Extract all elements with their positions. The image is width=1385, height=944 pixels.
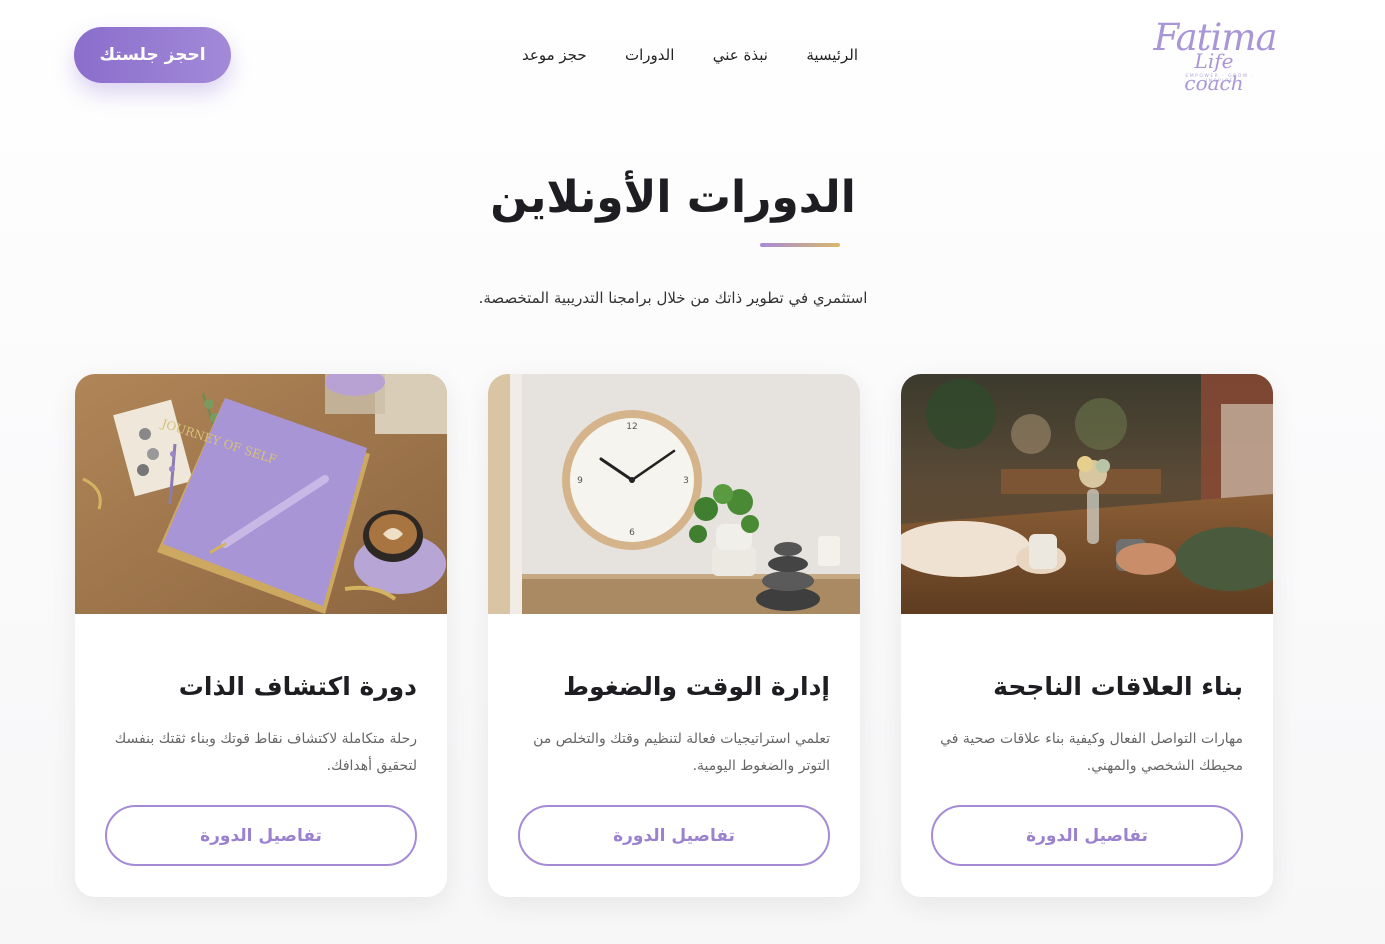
section-heading: الدورات الأونلاين — [420, 168, 926, 228]
page-title: الدورات الأونلاين — [490, 172, 856, 223]
course-details-button[interactable]: تفاصيل الدورة — [518, 805, 830, 866]
svg-text:12: 12 — [626, 422, 637, 432]
main-nav: الرئيسية نبذة عني الدورات حجز موعد — [500, 40, 880, 70]
logo-subtitle: Life coach — [1184, 49, 1244, 95]
card-description: تعلمي استراتيجيات فعالة لتنظيم وقتك والت… — [533, 731, 830, 774]
course-card-self-discovery: JOURNEY OF SELF دورة اكتشاف الذات رحلة م… — [75, 374, 447, 897]
section-subtitle: استثمري في تطوير ذاتك من خلال برامجنا ال… — [478, 289, 868, 307]
nav-item-courses[interactable]: الدورات — [625, 46, 674, 64]
card-title: إدارة الوقت والضغوط — [563, 672, 830, 701]
logo-tagline: EMPOWER · GROW · INSPIRE — [1185, 74, 1255, 84]
card-title: دورة اكتشاف الذات — [178, 672, 417, 701]
site-header: Fatima Life coach EMPOWER · GROW · INSPI… — [0, 0, 1385, 110]
nav-item-about[interactable]: نبذة عني — [713, 46, 768, 64]
course-details-button[interactable]: تفاصيل الدورة — [931, 805, 1243, 866]
course-card-time-management: 12 3 6 9 إدارة الوقت والضغوط تعلمي استرا… — [488, 374, 860, 897]
svg-text:9: 9 — [577, 476, 583, 486]
course-cards: بناء العلاقات الناجحة مهارات التواصل الف… — [74, 374, 1274, 898]
journal-coffee-image: JOURNEY OF SELF — [75, 374, 447, 614]
site-logo[interactable]: Fatima Life coach EMPOWER · GROW · INSPI… — [1150, 18, 1280, 95]
svg-text:6: 6 — [629, 528, 635, 538]
course-card-relationships: بناء العلاقات الناجحة مهارات التواصل الف… — [901, 374, 1273, 897]
coffee-meeting-image — [901, 374, 1273, 614]
card-description: رحلة متكاملة لاكتشاف نقاط قوتك وبناء ثقت… — [114, 731, 417, 774]
course-details-button[interactable]: تفاصيل الدورة — [105, 805, 417, 866]
card-title: بناء العلاقات الناجحة — [993, 672, 1243, 701]
title-underline-divider — [760, 243, 840, 247]
wall-clock-image: 12 3 6 9 — [488, 374, 860, 614]
book-session-button[interactable]: احجز جلستك — [74, 27, 231, 83]
svg-text:3: 3 — [683, 476, 689, 486]
nav-item-home[interactable]: الرئيسية — [806, 46, 858, 64]
card-description: مهارات التواصل الفعال وكيفية بناء علاقات… — [940, 731, 1243, 774]
nav-item-booking[interactable]: حجز موعد — [522, 46, 587, 64]
